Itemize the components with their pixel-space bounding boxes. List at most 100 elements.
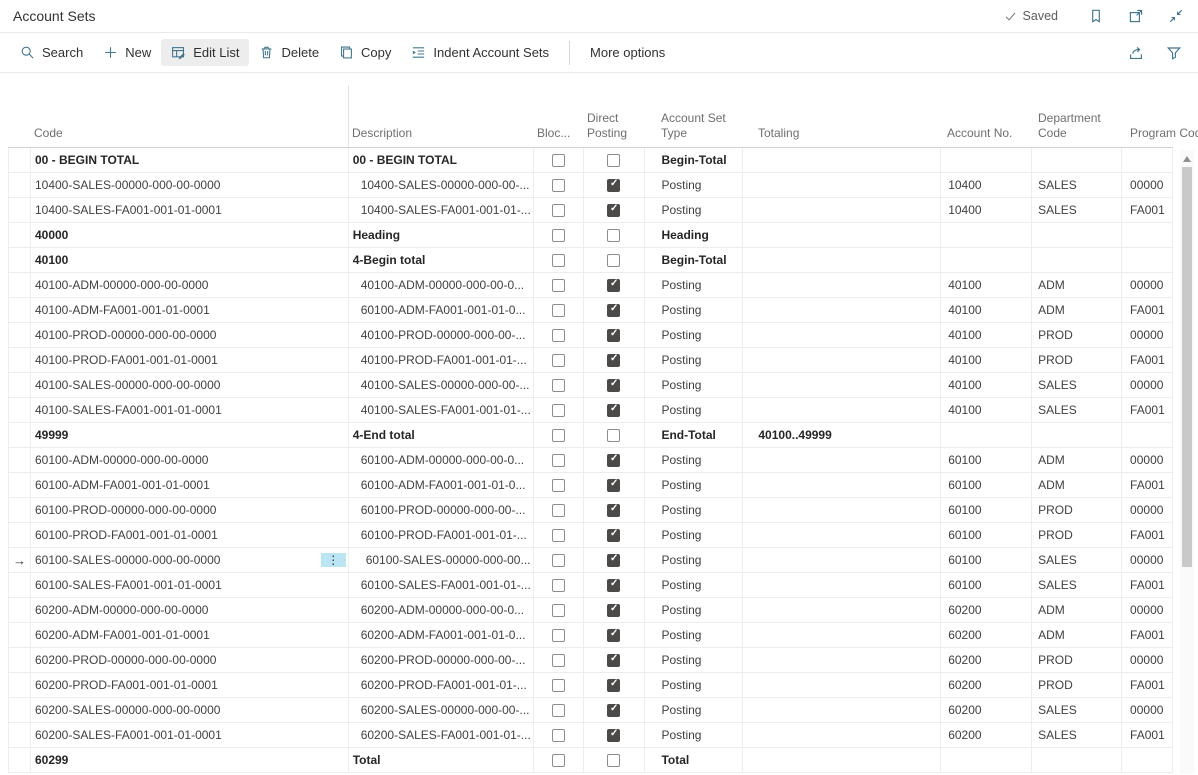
direct-posting-checkbox[interactable] bbox=[607, 579, 620, 592]
blocked-checkbox[interactable] bbox=[552, 754, 565, 767]
table-row[interactable]: 60100-PROD-FA001-001-01-000160100-PROD-F… bbox=[8, 523, 1173, 548]
account-set-type-cell[interactable]: Total bbox=[645, 748, 743, 772]
department-code-cell[interactable]: ADM bbox=[1032, 273, 1122, 297]
blocked-cell[interactable] bbox=[534, 723, 584, 747]
table-row[interactable]: 60100-PROD-00000-000-00-000060100-PROD-0… bbox=[8, 498, 1173, 523]
direct-posting-checkbox[interactable] bbox=[607, 354, 620, 367]
table-row[interactable]: 499994-End totalEnd-Total40100..49999 bbox=[8, 423, 1173, 448]
scrollbar-up-arrow-icon[interactable] bbox=[1183, 156, 1191, 162]
account-set-type-cell[interactable]: Posting bbox=[645, 448, 743, 472]
filter-icon[interactable] bbox=[1166, 45, 1182, 61]
program-code-cell[interactable]: 00000 bbox=[1122, 273, 1173, 297]
blocked-checkbox[interactable] bbox=[552, 304, 565, 317]
code-cell[interactable]: 40100-PROD-00000-000-00-0000 bbox=[31, 323, 349, 347]
department-code-cell[interactable]: SALES bbox=[1032, 548, 1122, 572]
totaling-cell[interactable] bbox=[743, 648, 941, 672]
description-cell[interactable]: 60200-SALES-FA001-001-01-... bbox=[349, 723, 534, 747]
direct-posting-cell[interactable] bbox=[584, 673, 646, 697]
direct-posting-cell[interactable] bbox=[584, 698, 646, 722]
table-row[interactable]: 40100-SALES-FA001-001-01-000140100-SALES… bbox=[8, 398, 1173, 423]
direct-posting-cell[interactable] bbox=[584, 523, 646, 547]
code-cell[interactable]: 40000 bbox=[31, 223, 349, 247]
blocked-cell[interactable] bbox=[534, 298, 584, 322]
blocked-cell[interactable] bbox=[534, 198, 584, 222]
blocked-cell[interactable] bbox=[534, 648, 584, 672]
account-no-cell[interactable]: 60200 bbox=[941, 623, 1032, 647]
code-cell[interactable]: 60100-PROD-FA001-001-01-0001 bbox=[31, 523, 349, 547]
department-code-cell[interactable] bbox=[1032, 423, 1122, 447]
code-cell[interactable]: 40100-SALES-FA001-001-01-0001 bbox=[31, 398, 349, 422]
description-cell[interactable]: 60100-ADM-FA001-001-01-0... bbox=[349, 298, 534, 322]
direct-posting-checkbox[interactable] bbox=[607, 679, 620, 692]
code-cell[interactable]: 60299 bbox=[31, 748, 349, 772]
account-set-type-cell[interactable]: Posting bbox=[645, 573, 743, 597]
blocked-cell[interactable] bbox=[534, 548, 584, 572]
department-code-cell[interactable]: PROD bbox=[1032, 348, 1122, 372]
totaling-cell[interactable] bbox=[743, 173, 941, 197]
program-code-cell[interactable] bbox=[1122, 423, 1173, 447]
account-no-cell[interactable] bbox=[941, 148, 1032, 172]
blocked-checkbox[interactable] bbox=[552, 329, 565, 342]
blocked-checkbox[interactable] bbox=[552, 404, 565, 417]
totaling-cell[interactable] bbox=[743, 348, 941, 372]
direct-posting-checkbox[interactable] bbox=[607, 154, 620, 167]
blocked-checkbox[interactable] bbox=[552, 354, 565, 367]
blocked-checkbox[interactable] bbox=[552, 629, 565, 642]
column-header-program-code[interactable]: Program Code bbox=[1130, 126, 1198, 141]
totaling-cell[interactable] bbox=[743, 523, 941, 547]
column-header-department-code[interactable]: Department Code bbox=[1038, 111, 1118, 141]
blocked-checkbox[interactable] bbox=[552, 529, 565, 542]
direct-posting-cell[interactable] bbox=[584, 323, 646, 347]
direct-posting-cell[interactable] bbox=[584, 173, 646, 197]
totaling-cell[interactable] bbox=[743, 198, 941, 222]
table-row[interactable]: 60200-PROD-FA001-001-01-000160200-PROD-F… bbox=[8, 673, 1173, 698]
totaling-cell[interactable] bbox=[743, 723, 941, 747]
account-set-type-cell[interactable]: Posting bbox=[645, 273, 743, 297]
program-code-cell[interactable]: 00000 bbox=[1122, 598, 1173, 622]
department-code-cell[interactable] bbox=[1032, 748, 1122, 772]
table-row[interactable]: 60200-ADM-FA001-001-01-000160200-ADM-FA0… bbox=[8, 623, 1173, 648]
direct-posting-checkbox[interactable] bbox=[607, 754, 620, 767]
department-code-cell[interactable]: ADM bbox=[1032, 623, 1122, 647]
direct-posting-checkbox[interactable] bbox=[607, 179, 620, 192]
blocked-checkbox[interactable] bbox=[552, 504, 565, 517]
direct-posting-cell[interactable] bbox=[584, 298, 646, 322]
totaling-cell[interactable] bbox=[743, 298, 941, 322]
direct-posting-checkbox[interactable] bbox=[607, 654, 620, 667]
direct-posting-checkbox[interactable] bbox=[607, 704, 620, 717]
account-no-cell[interactable] bbox=[941, 248, 1032, 272]
department-code-cell[interactable]: SALES bbox=[1032, 373, 1122, 397]
account-no-cell[interactable] bbox=[941, 423, 1032, 447]
description-cell[interactable]: 4-Begin total bbox=[349, 248, 534, 272]
direct-posting-checkbox[interactable] bbox=[607, 554, 620, 567]
account-set-type-cell[interactable]: Posting bbox=[645, 673, 743, 697]
account-set-type-cell[interactable]: Posting bbox=[645, 523, 743, 547]
account-no-cell[interactable]: 60200 bbox=[941, 723, 1032, 747]
blocked-checkbox[interactable] bbox=[552, 154, 565, 167]
table-row[interactable]: 401004-Begin totalBegin-Total bbox=[8, 248, 1173, 273]
totaling-cell[interactable] bbox=[743, 498, 941, 522]
code-cell[interactable]: 40100-ADM-00000-000-00-0000 bbox=[31, 273, 349, 297]
program-code-cell[interactable]: FA001 bbox=[1122, 523, 1173, 547]
blocked-checkbox[interactable] bbox=[552, 654, 565, 667]
program-code-cell[interactable]: 00000 bbox=[1122, 548, 1173, 572]
code-cell[interactable]: 40100-SALES-00000-000-00-0000 bbox=[31, 373, 349, 397]
direct-posting-cell[interactable] bbox=[584, 198, 646, 222]
direct-posting-cell[interactable] bbox=[584, 598, 646, 622]
account-no-cell[interactable] bbox=[941, 748, 1032, 772]
account-set-type-cell[interactable]: Posting bbox=[645, 323, 743, 347]
account-no-cell[interactable]: 60100 bbox=[941, 473, 1032, 497]
vertical-scrollbar[interactable] bbox=[1180, 150, 1194, 774]
share-icon[interactable] bbox=[1128, 45, 1144, 61]
account-set-type-cell[interactable]: Posting bbox=[645, 698, 743, 722]
description-cell[interactable]: 60100-ADM-FA001-001-01-0... bbox=[349, 473, 534, 497]
code-cell[interactable]: 40100 bbox=[31, 248, 349, 272]
department-code-cell[interactable]: SALES bbox=[1032, 723, 1122, 747]
department-code-cell[interactable]: PROD bbox=[1032, 673, 1122, 697]
direct-posting-cell[interactable] bbox=[584, 548, 646, 572]
department-code-cell[interactable]: PROD bbox=[1032, 648, 1122, 672]
blocked-cell[interactable] bbox=[534, 748, 584, 772]
description-cell[interactable]: 40100-SALES-FA001-001-01-... bbox=[349, 398, 534, 422]
table-row[interactable]: 40100-ADM-00000-000-00-000040100-ADM-000… bbox=[8, 273, 1173, 298]
department-code-cell[interactable]: PROD bbox=[1032, 498, 1122, 522]
